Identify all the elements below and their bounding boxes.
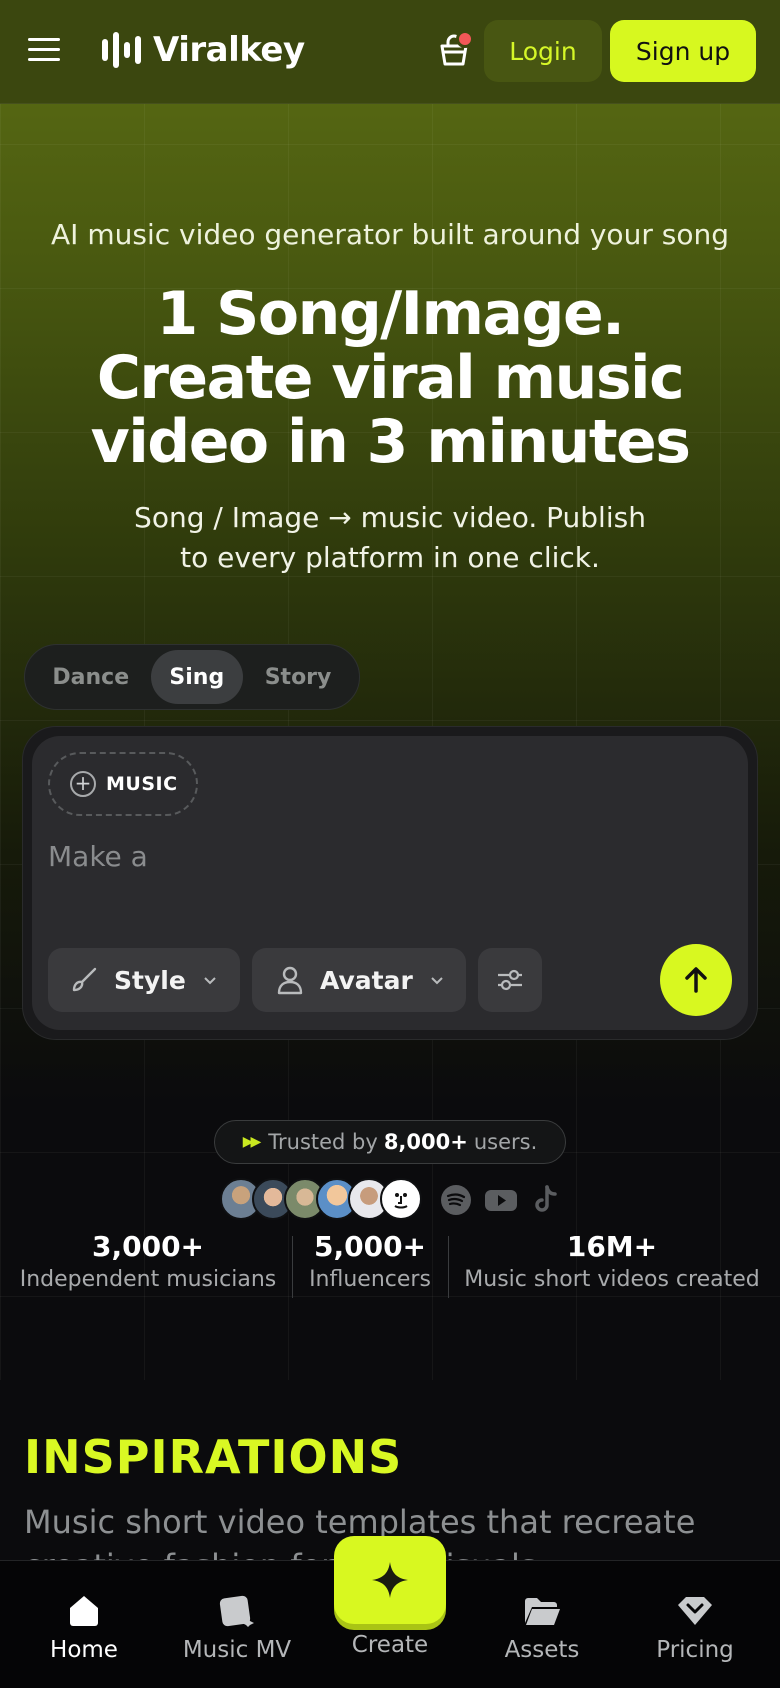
- headline-line: Create viral music: [96, 343, 685, 413]
- create-label: Create: [351, 1632, 429, 1658]
- signup-button[interactable]: Sign up: [610, 20, 756, 82]
- avatar-dropdown[interactable]: Avatar: [252, 948, 466, 1012]
- login-button[interactable]: Login: [484, 20, 602, 82]
- tiktok-icon: [530, 1184, 562, 1216]
- sliders-icon: [495, 965, 525, 995]
- spotify-icon: [440, 1184, 472, 1216]
- hamburger-menu-icon[interactable]: [28, 38, 60, 64]
- subhead-line: Song / Image → music video. Publish: [134, 501, 646, 534]
- nav-label: Pricing: [656, 1637, 734, 1663]
- stat-number: 3,000+: [91, 1230, 205, 1263]
- hero-subhead: Song / Image → music video. Publish to e…: [110, 498, 670, 578]
- youtube-icon: [484, 1184, 518, 1216]
- stat-videos: 16M+ Music short videos created: [462, 1230, 762, 1292]
- inspirations-title: INSPIRATIONS: [24, 1430, 403, 1484]
- plus-icon: +: [70, 771, 96, 797]
- nav-pricing[interactable]: Pricing: [620, 1587, 770, 1663]
- home-icon: [9, 1587, 159, 1627]
- stat-divider: [448, 1236, 449, 1298]
- brand-name: Viralkey: [153, 30, 305, 70]
- stat-divider: [292, 1236, 293, 1298]
- tag-icon: [620, 1587, 770, 1627]
- avatar-label: Avatar: [320, 965, 413, 995]
- stat-musicians: 3,000+ Independent musicians: [18, 1230, 278, 1292]
- avatar: [380, 1178, 422, 1220]
- music-mv-icon: [162, 1587, 312, 1627]
- stat-caption: Music short videos created: [464, 1267, 760, 1292]
- style-label: Style: [114, 965, 186, 995]
- trust-count: 8,000+: [383, 1130, 468, 1154]
- style-dropdown[interactable]: Style: [48, 948, 240, 1012]
- play-icon: ▶▶: [242, 1134, 261, 1150]
- tab-story[interactable]: Story: [243, 650, 353, 704]
- music-chip-label: MUSIC: [106, 773, 178, 795]
- user-icon: [276, 964, 304, 996]
- submit-button[interactable]: [660, 944, 732, 1016]
- stat-influencers: 5,000+ Influencers: [300, 1230, 440, 1292]
- stat-number: 5,000+: [313, 1230, 427, 1263]
- top-header: Viralkey Login Sign up: [0, 0, 780, 104]
- trust-badge: ▶▶ Trusted by 8,000+ users.: [214, 1120, 566, 1164]
- chevron-down-icon: [429, 972, 445, 988]
- trust-prefix: Trusted by: [268, 1130, 378, 1154]
- stats-row: 3,000+ Independent musicians 5,000+ Infl…: [0, 1230, 780, 1300]
- nav-assets[interactable]: Assets: [467, 1587, 617, 1663]
- nav-label: Home: [50, 1637, 118, 1663]
- nav-home[interactable]: Home: [9, 1587, 159, 1663]
- shopping-basket-icon[interactable]: [434, 30, 474, 70]
- headline-line: video in 3 minutes: [90, 407, 691, 477]
- logo-bars-icon: [102, 32, 141, 68]
- user-avatars: [220, 1178, 422, 1220]
- brush-icon: [68, 964, 100, 996]
- sparkle-icon: [370, 1560, 410, 1600]
- stat-number: 16M+: [566, 1230, 658, 1263]
- subhead-line: to every platform in one click.: [180, 541, 600, 574]
- headline-line: 1 Song/Image.: [156, 279, 625, 349]
- arrow-up-icon: [680, 964, 712, 996]
- nav-label: Assets: [504, 1637, 580, 1663]
- notification-dot: [456, 30, 474, 48]
- trust-suffix: users.: [473, 1130, 538, 1154]
- nav-label: Music MV: [182, 1637, 292, 1663]
- mode-tabs: Dance Sing Story: [24, 644, 360, 710]
- tab-dance[interactable]: Dance: [31, 650, 151, 704]
- add-music-button[interactable]: + MUSIC: [48, 752, 198, 816]
- stat-caption: Independent musicians: [19, 1267, 277, 1292]
- stat-caption: Influencers: [309, 1267, 431, 1292]
- folder-icon: [467, 1587, 617, 1627]
- hero-headline: 1 Song/Image. Create viral music video i…: [60, 282, 720, 474]
- nav-music-mv[interactable]: Music MV: [162, 1587, 312, 1663]
- hero-eyebrow: AI music video generator built around yo…: [51, 218, 729, 251]
- chevron-down-icon: [202, 972, 218, 988]
- create-button[interactable]: [334, 1536, 446, 1624]
- settings-button[interactable]: [478, 948, 542, 1012]
- tab-sing[interactable]: Sing: [150, 650, 244, 704]
- prompt-input[interactable]: [48, 836, 708, 876]
- brand-logo[interactable]: Viralkey: [102, 30, 305, 70]
